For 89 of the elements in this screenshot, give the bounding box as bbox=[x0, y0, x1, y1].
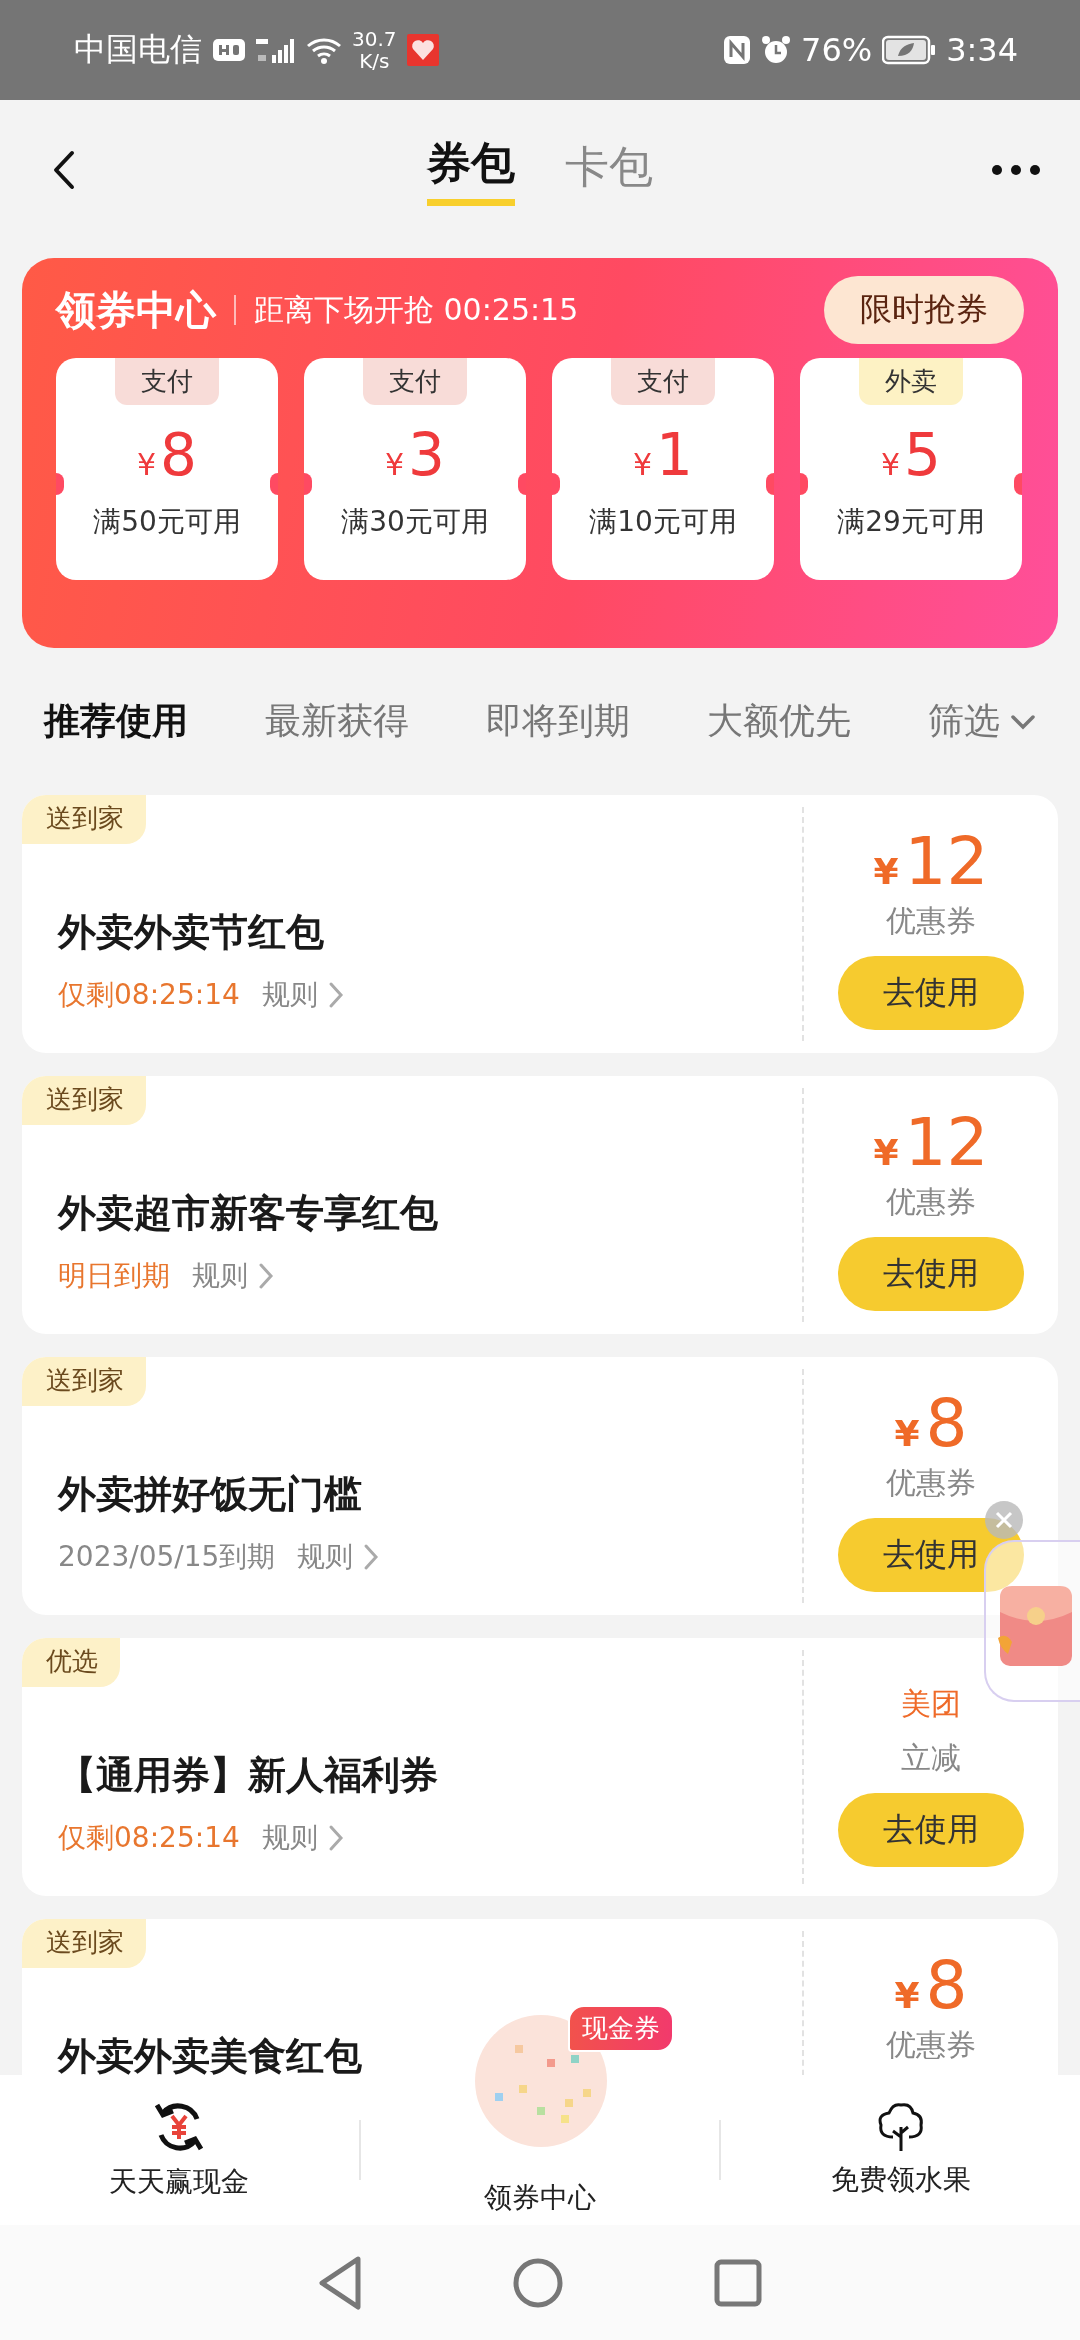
use-button[interactable]: 去使用 bbox=[838, 956, 1024, 1030]
expiry-text: 2023/05/15到期 bbox=[58, 1539, 276, 1575]
recents-nav-icon[interactable] bbox=[714, 2258, 762, 2307]
discount-type: 立减 bbox=[901, 1739, 961, 1777]
nfc-icon bbox=[723, 35, 751, 65]
alarm-icon bbox=[761, 35, 791, 65]
wifi-icon bbox=[306, 35, 342, 65]
chevron-right-icon bbox=[327, 1824, 344, 1852]
clock-time: 3:34 bbox=[946, 31, 1018, 69]
coupon-amount: ¥5 bbox=[881, 421, 941, 489]
coupon-type: 优惠券 bbox=[886, 1464, 976, 1502]
coupon-type: 优惠券 bbox=[886, 902, 976, 940]
coupon-amount: ¥3 bbox=[385, 421, 445, 489]
notch-cutout bbox=[518, 473, 526, 495]
use-button[interactable]: 去使用 bbox=[838, 1237, 1024, 1311]
nav-label[interactable]: 领券中心 bbox=[484, 2179, 596, 2217]
coupon-title: 外卖外卖节红包 bbox=[58, 909, 325, 956]
use-button[interactable]: 去使用 bbox=[838, 1518, 1024, 1592]
coupon-title: 外卖拼好饭无门槛 bbox=[58, 1471, 363, 1518]
notch-cutout bbox=[766, 473, 774, 495]
sort-tab[interactable]: 推荐使用 bbox=[44, 697, 188, 746]
countdown-text: 距离下场开抢 00:25:15 bbox=[254, 290, 579, 329]
coupon-tag: 外卖 bbox=[859, 358, 963, 405]
coupon-amount: ¥8 bbox=[894, 1951, 968, 2021]
chevron-down-icon bbox=[1010, 712, 1036, 731]
coupon-tag: 支付 bbox=[611, 358, 715, 405]
battery-icon bbox=[882, 34, 937, 66]
coupon-title: 外卖外卖美食红包 bbox=[58, 2033, 363, 2075]
rules-link[interactable]: 规则 bbox=[261, 976, 344, 1014]
heart-app-icon bbox=[406, 34, 439, 66]
tab[interactable]: 券包 bbox=[427, 134, 515, 206]
sort-tab[interactable]: 最新获得 bbox=[265, 697, 409, 746]
coupon-condition: 满30元可用 bbox=[341, 504, 489, 540]
rules-link[interactable]: 规则 bbox=[192, 1257, 274, 1295]
coupon-card[interactable]: 外卖 ¥5 满29元可用 bbox=[800, 358, 1022, 580]
notch-cutout bbox=[800, 473, 808, 495]
nav-label[interactable]: 免费领水果 bbox=[830, 2161, 971, 2199]
coupon-tag: 送到家 bbox=[22, 1357, 146, 1406]
home-nav-icon[interactable] bbox=[512, 2256, 564, 2309]
coupon-condition: 满29元可用 bbox=[837, 504, 985, 540]
back-nav-icon[interactable] bbox=[318, 2254, 362, 2311]
expiry-text: 仅剩08:25:14 bbox=[58, 977, 240, 1013]
banner-title: 领券中心 bbox=[56, 285, 216, 335]
rules-link[interactable]: 规则 bbox=[261, 1819, 344, 1857]
flash-coupon-button[interactable]: 限时抢券 bbox=[824, 276, 1024, 344]
coupon-card[interactable]: 支付 ¥3 满30元可用 bbox=[304, 358, 526, 580]
coupon-tag: 支付 bbox=[363, 358, 467, 405]
battery-percent: 76% bbox=[801, 31, 873, 69]
coupon-card[interactable]: 支付 ¥8 满50元可用 bbox=[56, 358, 278, 580]
carrier-name: 中国电信 bbox=[74, 29, 202, 70]
notch-cutout bbox=[1014, 473, 1022, 495]
expiry-text: 仅剩08:25:14 bbox=[58, 1820, 240, 1856]
notch-cutout bbox=[56, 473, 64, 495]
network-speed: 30.7 bbox=[352, 28, 397, 50]
coupon-card[interactable]: 支付 ¥1 满10元可用 bbox=[552, 358, 774, 580]
coupon-tag: 优选 bbox=[22, 1638, 120, 1687]
speed-unit: K/s bbox=[359, 50, 390, 72]
coupon-amount: ¥12 bbox=[873, 1108, 989, 1178]
coupon-amount: ¥8 bbox=[894, 1389, 968, 1459]
coupon-amount: ¥1 bbox=[633, 421, 693, 489]
brand-name: 美团 bbox=[901, 1685, 961, 1723]
coupon-tag: 送到家 bbox=[22, 795, 146, 844]
coupon-type: 优惠券 bbox=[886, 2026, 976, 2064]
coupon-condition: 满50元可用 bbox=[93, 504, 241, 540]
chevron-right-icon bbox=[363, 1543, 380, 1571]
coupon-title: 外卖超市新客专享红包 bbox=[58, 1190, 439, 1237]
notch-cutout bbox=[270, 473, 278, 495]
floating-widget[interactable] bbox=[984, 1540, 1080, 1702]
coupon-amount: ¥12 bbox=[873, 827, 989, 897]
sort-tab[interactable]: 大额优先 bbox=[707, 697, 851, 746]
coupon-amount: ¥8 bbox=[137, 421, 197, 489]
rules-link[interactable]: 规则 bbox=[297, 1538, 380, 1576]
sort-tab[interactable]: 筛选 bbox=[928, 697, 1036, 746]
coupon-type: 优惠券 bbox=[886, 1183, 976, 1221]
chevron-right-icon bbox=[327, 981, 344, 1009]
coupon-tag: 送到家 bbox=[22, 1919, 146, 1968]
coupon-title: 【通用券】新人福利券 bbox=[58, 1752, 439, 1799]
coupon-tag: 送到家 bbox=[22, 1076, 146, 1125]
sort-tab[interactable]: 即将到期 bbox=[486, 697, 630, 746]
coupon-condition: 满10元可用 bbox=[589, 504, 737, 540]
more-icon[interactable] bbox=[992, 164, 1040, 176]
notch-cutout bbox=[552, 473, 560, 495]
chevron-right-icon bbox=[258, 1262, 274, 1290]
use-button[interactable]: 去使用 bbox=[838, 1793, 1024, 1867]
coupon-tag: 支付 bbox=[115, 358, 219, 405]
expiry-text: 明日到期 bbox=[58, 1258, 170, 1294]
nav-label[interactable]: 天天赢现金 bbox=[109, 2163, 250, 2201]
cash-coupon-badge: 现金券 bbox=[567, 2005, 674, 2052]
notch-cutout bbox=[304, 473, 312, 495]
